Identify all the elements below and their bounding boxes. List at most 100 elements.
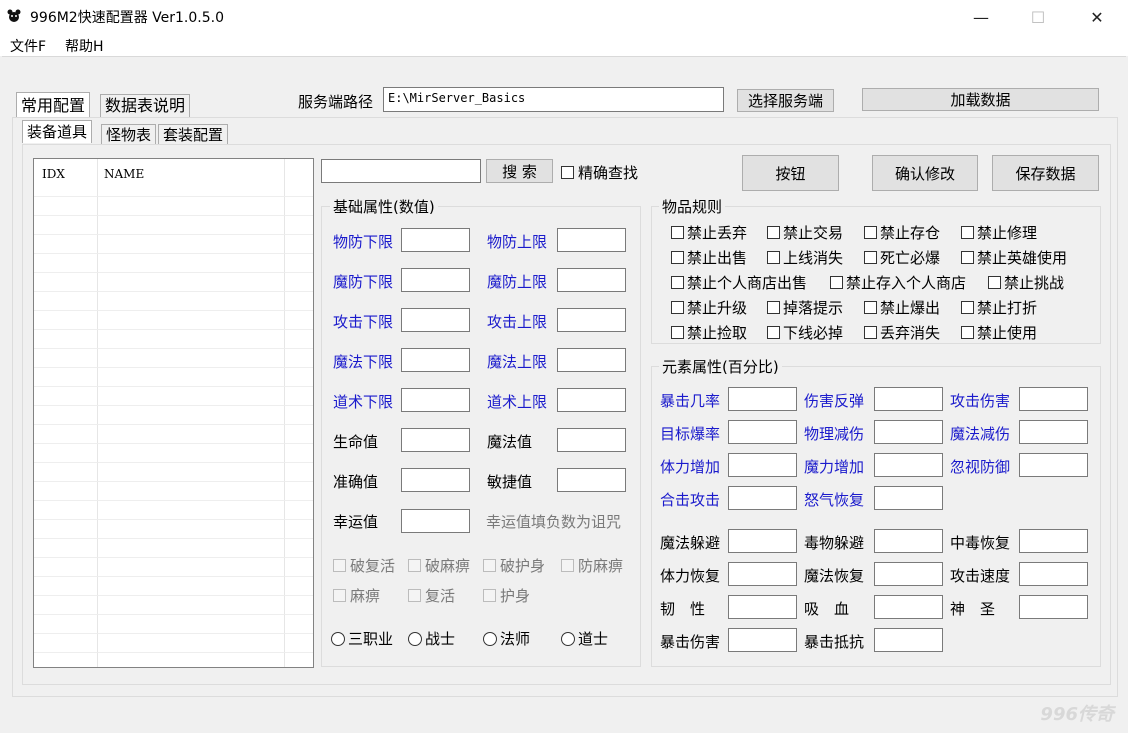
disabled-checkbox[interactable]: 护身	[483, 585, 530, 606]
rule-checkbox[interactable]: 上线消失	[767, 247, 843, 268]
rule-checkbox[interactable]: 禁止出售	[671, 247, 747, 268]
maximize-button[interactable]: ☐	[1015, 0, 1061, 34]
confirm-modify-button[interactable]: 确认修改	[872, 155, 978, 191]
element-attr-input[interactable]	[728, 562, 797, 586]
job-radio-circle[interactable]	[408, 631, 422, 646]
rule-checkbox-box[interactable]	[961, 326, 974, 339]
basic-attr-input[interactable]	[557, 468, 626, 492]
element-attr-input[interactable]	[1019, 420, 1088, 444]
element-attr-input[interactable]	[874, 628, 943, 652]
disabled-checkbox-box[interactable]	[408, 559, 421, 572]
rule-checkbox-box[interactable]	[961, 301, 974, 314]
rule-checkbox-box[interactable]	[864, 326, 877, 339]
rule-checkbox-box[interactable]	[671, 251, 684, 264]
element-attr-input[interactable]	[728, 420, 797, 444]
element-attr-input[interactable]	[874, 486, 943, 510]
rule-checkbox[interactable]: 禁止英雄使用	[961, 247, 1067, 268]
save-data-button[interactable]: 保存数据	[992, 155, 1099, 191]
rule-checkbox[interactable]: 掉落提示	[767, 297, 843, 318]
element-attr-input[interactable]	[1019, 387, 1088, 411]
element-attr-input[interactable]	[728, 628, 797, 652]
element-attr-input[interactable]	[1019, 595, 1088, 619]
rule-checkbox-box[interactable]	[961, 251, 974, 264]
rule-checkbox[interactable]: 禁止存仓	[864, 222, 940, 243]
element-attr-input[interactable]	[728, 486, 797, 510]
tab-monsters[interactable]: 怪物表	[101, 124, 157, 145]
element-attr-input[interactable]	[874, 387, 943, 411]
rule-checkbox[interactable]: 禁止修理	[961, 222, 1037, 243]
disabled-checkbox-box[interactable]	[483, 589, 496, 602]
tab-common-config[interactable]: 常用配置	[16, 92, 91, 118]
rule-checkbox[interactable]: 禁止存入个人商店	[830, 272, 966, 293]
basic-attr-input[interactable]	[557, 428, 626, 452]
rule-checkbox-box[interactable]	[767, 326, 780, 339]
rule-checkbox-box[interactable]	[671, 301, 684, 314]
element-attr-input[interactable]	[874, 529, 943, 553]
tab-equipment[interactable]: 装备道具	[22, 120, 93, 143]
rule-checkbox-box[interactable]	[864, 226, 877, 239]
disabled-checkbox-box[interactable]	[408, 589, 421, 602]
element-attr-input[interactable]	[874, 420, 943, 444]
element-attr-input[interactable]	[874, 453, 943, 477]
menu-file[interactable]: 文件F	[10, 36, 46, 56]
rule-checkbox[interactable]: 禁止交易	[767, 222, 843, 243]
basic-attr-input[interactable]	[401, 468, 470, 492]
job-radio[interactable]: 战士	[408, 628, 455, 649]
basic-attr-input[interactable]	[557, 388, 626, 412]
element-attr-input[interactable]	[874, 595, 943, 619]
disabled-checkbox-box[interactable]	[561, 559, 574, 572]
disabled-checkbox[interactable]: 破麻痹	[408, 555, 470, 576]
disabled-checkbox[interactable]: 防麻痹	[561, 555, 623, 576]
rule-checkbox-box[interactable]	[767, 226, 780, 239]
rule-checkbox-box[interactable]	[767, 301, 780, 314]
server-path-input[interactable]: E:\MirServer_Basics	[383, 87, 724, 112]
job-radio[interactable]: 三职业	[331, 628, 393, 649]
load-data-button[interactable]: 加载数据	[862, 88, 1099, 111]
rule-checkbox-box[interactable]	[830, 276, 843, 289]
element-attr-input[interactable]	[728, 387, 797, 411]
rule-checkbox[interactable]: 禁止打折	[961, 297, 1037, 318]
job-radio-circle[interactable]	[331, 631, 345, 646]
disabled-checkbox-box[interactable]	[483, 559, 496, 572]
rule-checkbox-box[interactable]	[671, 226, 684, 239]
basic-attr-input[interactable]	[557, 228, 626, 252]
element-attr-input[interactable]	[874, 562, 943, 586]
disabled-checkbox-box[interactable]	[333, 589, 346, 602]
basic-attr-input[interactable]	[557, 348, 626, 372]
rule-checkbox[interactable]: 禁止个人商店出售	[671, 272, 807, 293]
basic-attr-input[interactable]	[557, 308, 626, 332]
select-server-button[interactable]: 选择服务端	[737, 89, 834, 112]
tab-table-doc[interactable]: 数据表说明	[100, 94, 191, 117]
rule-checkbox[interactable]: 禁止使用	[961, 322, 1037, 343]
job-radio-circle[interactable]	[561, 631, 575, 646]
luck-input[interactable]	[401, 509, 470, 533]
job-radio[interactable]: 法师	[483, 628, 530, 649]
element-attr-input[interactable]	[728, 453, 797, 477]
rule-checkbox-box[interactable]	[961, 226, 974, 239]
element-attr-input[interactable]	[728, 595, 797, 619]
menu-help[interactable]: 帮助H	[65, 36, 104, 56]
job-radio[interactable]: 道士	[561, 628, 608, 649]
rule-checkbox-box[interactable]	[988, 276, 1001, 289]
rule-checkbox[interactable]: 丢弃消失	[864, 322, 940, 343]
minimize-button[interactable]: —	[958, 0, 1004, 34]
basic-attr-input[interactable]	[401, 268, 470, 292]
basic-attr-input[interactable]	[401, 428, 470, 452]
basic-attr-input[interactable]	[401, 228, 470, 252]
rule-checkbox-box[interactable]	[671, 276, 684, 289]
search-button[interactable]: 搜 索	[486, 159, 553, 183]
exact-search-checkbox[interactable]: 精确查找	[561, 162, 638, 183]
rule-checkbox-box[interactable]	[864, 251, 877, 264]
search-input[interactable]	[321, 159, 481, 183]
rule-checkbox[interactable]: 禁止丢弃	[671, 222, 747, 243]
rule-checkbox[interactable]: 禁止爆出	[864, 297, 940, 318]
element-attr-input[interactable]	[1019, 529, 1088, 553]
basic-attr-input[interactable]	[401, 348, 470, 372]
rule-checkbox[interactable]: 下线必掉	[767, 322, 843, 343]
disabled-checkbox-box[interactable]	[333, 559, 346, 572]
rule-checkbox-box[interactable]	[767, 251, 780, 264]
rule-checkbox[interactable]: 禁止升级	[671, 297, 747, 318]
column-header-name[interactable]: NAME	[104, 167, 144, 181]
disabled-checkbox[interactable]: 复活	[408, 585, 455, 606]
rule-checkbox-box[interactable]	[671, 326, 684, 339]
